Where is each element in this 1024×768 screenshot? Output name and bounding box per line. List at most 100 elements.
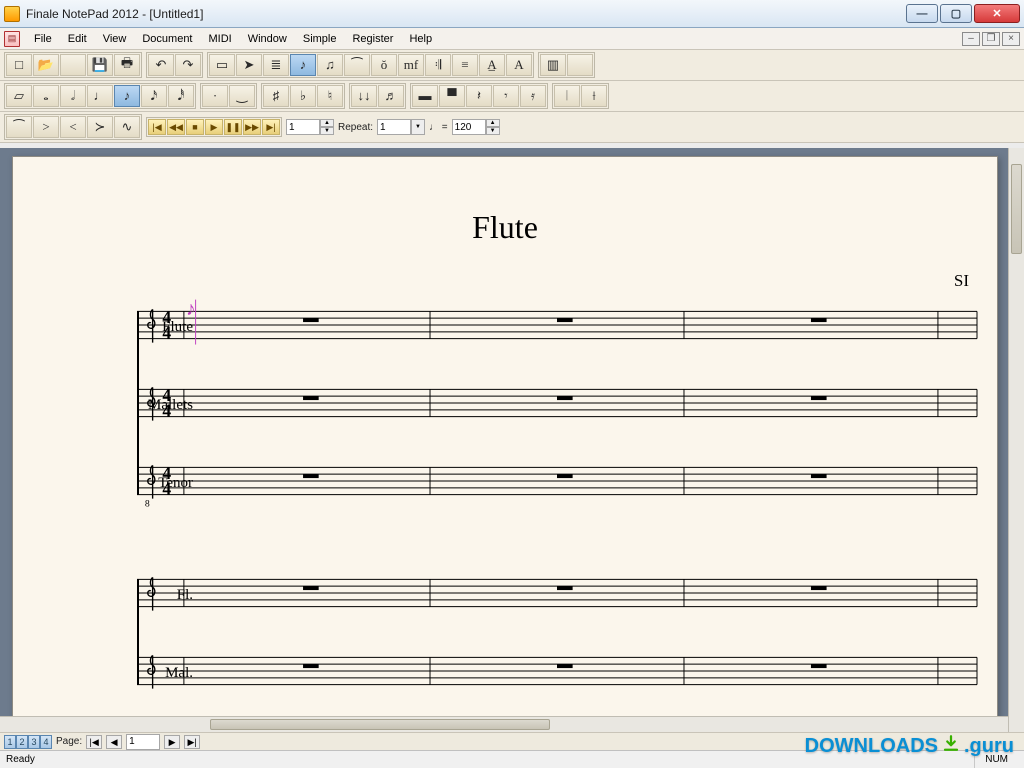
measure-input-step[interactable]: ▼: [320, 127, 334, 135]
play-icon[interactable]: ▶: [205, 119, 223, 135]
redo-icon[interactable]: ↷: [175, 54, 201, 76]
rewind-full-icon[interactable]: |◀: [148, 119, 166, 135]
whole-rest-icon[interactable]: ▬: [412, 85, 438, 107]
layer-2-button[interactable]: 2: [16, 735, 28, 749]
sixteenth-rest-icon[interactable]: 𝄿: [520, 85, 546, 107]
simple-entry-icon[interactable]: ♪: [290, 54, 316, 76]
menu-midi[interactable]: MIDI: [201, 31, 240, 47]
quarter-rest-icon[interactable]: 𝄽: [466, 85, 492, 107]
menu-register[interactable]: Register: [344, 31, 401, 47]
pause-icon[interactable]: ❚❚: [224, 119, 242, 135]
quarter-note-icon[interactable]: ♩: [87, 85, 113, 107]
tempo-input[interactable]: [452, 119, 486, 135]
open-icon[interactable]: 📂: [33, 54, 59, 76]
score-page[interactable]: Flute SI Flute44♪Mallets44Tenor844 Fl.Ma…: [12, 156, 998, 732]
trill-icon[interactable]: ∿: [114, 116, 140, 138]
blank2[interactable]: [567, 54, 593, 76]
new-icon[interactable]: □: [6, 54, 32, 76]
cresc2-icon[interactable]: ≻: [87, 116, 113, 138]
staff-mallets[interactable]: Mallets44: [137, 383, 977, 423]
print-icon[interactable]: 🖶: [114, 54, 140, 76]
eighth-note-icon[interactable]: ♪: [114, 85, 140, 107]
measure-input[interactable]: [286, 119, 320, 135]
articulation-tool-icon[interactable]: ŏ: [371, 54, 397, 76]
tuplet-icon[interactable]: ↓↓: [351, 85, 377, 107]
page-last-button[interactable]: ▶|: [184, 735, 200, 749]
menu-document[interactable]: Document: [134, 31, 200, 47]
staff-fl.[interactable]: Fl.: [137, 573, 977, 613]
staff-tenor[interactable]: Tenor844: [137, 461, 977, 501]
thirtysecond-note-icon[interactable]: 𝅘𝅥𝅰: [168, 85, 194, 107]
mdi-minimize-button[interactable]: –: [962, 32, 980, 46]
horizontal-scrollbar[interactable]: [0, 716, 1008, 732]
tempo-input-step[interactable]: ▲: [486, 119, 500, 127]
ffwd-full-icon[interactable]: ▶|: [262, 119, 280, 135]
tempo-input-step[interactable]: ▼: [486, 127, 500, 135]
vscroll-thumb[interactable]: [1011, 164, 1022, 254]
slur-down-icon[interactable]: ⁀: [6, 116, 32, 138]
barline-icon[interactable]: 𝄀: [554, 85, 580, 107]
dyn-tool-icon[interactable]: mf: [398, 54, 424, 76]
staff-flute[interactable]: Flute44♪: [137, 305, 977, 345]
page-next-button[interactable]: ▶: [164, 735, 180, 749]
measure-tool-icon[interactable]: ≣: [263, 54, 289, 76]
repeat-tool-icon[interactable]: 𝄇: [425, 54, 451, 76]
menu-edit[interactable]: Edit: [60, 31, 95, 47]
layer-4-button[interactable]: 4: [40, 735, 52, 749]
half-rest-icon[interactable]: ▀: [439, 85, 465, 107]
natural-icon[interactable]: ♮: [317, 85, 343, 107]
menu-simple[interactable]: Simple: [295, 31, 345, 47]
layer-1-button[interactable]: 1: [4, 735, 16, 749]
vertical-scrollbar[interactable]: [1008, 148, 1024, 732]
measure-input-step[interactable]: ▲: [320, 119, 334, 127]
select-tool-icon[interactable]: ▭: [209, 54, 235, 76]
tie-icon[interactable]: ‿: [229, 85, 255, 107]
blank1[interactable]: [60, 54, 86, 76]
save-icon[interactable]: 💾: [87, 54, 113, 76]
cresc-icon[interactable]: <: [60, 116, 86, 138]
eighth-rest-icon[interactable]: 𝄾: [493, 85, 519, 107]
page-prev-button[interactable]: ◀: [106, 735, 122, 749]
mdi-close-button[interactable]: ×: [1002, 32, 1020, 46]
decr-icon[interactable]: >: [33, 116, 59, 138]
ffwd-icon[interactable]: ▶▶: [243, 119, 261, 135]
close-button[interactable]: ✕: [974, 4, 1020, 23]
undo-icon[interactable]: ↶: [148, 54, 174, 76]
maximize-button[interactable]: ▢: [940, 4, 972, 23]
sharp-icon[interactable]: ♯: [263, 85, 289, 107]
menu-file[interactable]: File: [26, 31, 60, 47]
text-ul-icon[interactable]: A̲: [479, 54, 505, 76]
menu-window[interactable]: Window: [240, 31, 295, 47]
page-input[interactable]: [126, 734, 160, 750]
minimize-button[interactable]: —: [906, 4, 938, 23]
eraser-icon[interactable]: ▱: [6, 85, 32, 107]
dot-icon[interactable]: ·: [202, 85, 228, 107]
system-2: Fl. Mal.: [73, 573, 977, 732]
status-text: Ready: [6, 754, 35, 765]
rewind-icon[interactable]: ◀◀: [167, 119, 185, 135]
stop-icon[interactable]: ■: [186, 119, 204, 135]
half-note-icon[interactable]: 𝅗𝅥: [60, 85, 86, 107]
score-title: Flute: [13, 209, 997, 246]
layer-3-button[interactable]: 3: [28, 735, 40, 749]
text-tool-icon[interactable]: A: [506, 54, 532, 76]
document-control-icon[interactable]: ▤: [4, 31, 20, 47]
hscroll-thumb[interactable]: [210, 719, 550, 730]
repeat-select[interactable]: [377, 119, 411, 135]
slur-tool-icon[interactable]: ⁀: [344, 54, 370, 76]
page-first-button[interactable]: |◀: [86, 735, 102, 749]
tuplet-tool-icon[interactable]: ♫: [317, 54, 343, 76]
sixteenth-note-icon[interactable]: 𝅘𝅥𝅯: [141, 85, 167, 107]
page-tool-icon[interactable]: ▥: [540, 54, 566, 76]
menu-help[interactable]: Help: [401, 31, 440, 47]
grace-icon[interactable]: ♬: [378, 85, 404, 107]
staff-mal.[interactable]: Mal.: [137, 651, 977, 691]
repeat-dropdown[interactable]: ▼: [411, 119, 425, 135]
mdi-restore-button[interactable]: ❐: [982, 32, 1000, 46]
lyric-tool-icon[interactable]: ≡: [452, 54, 478, 76]
flat-icon[interactable]: ♭: [290, 85, 316, 107]
arrow-tool-icon[interactable]: ➤: [236, 54, 262, 76]
menu-view[interactable]: View: [95, 31, 135, 47]
whole-note-icon[interactable]: 𝅝: [33, 85, 59, 107]
cut-barline-icon[interactable]: ⟊: [581, 85, 607, 107]
